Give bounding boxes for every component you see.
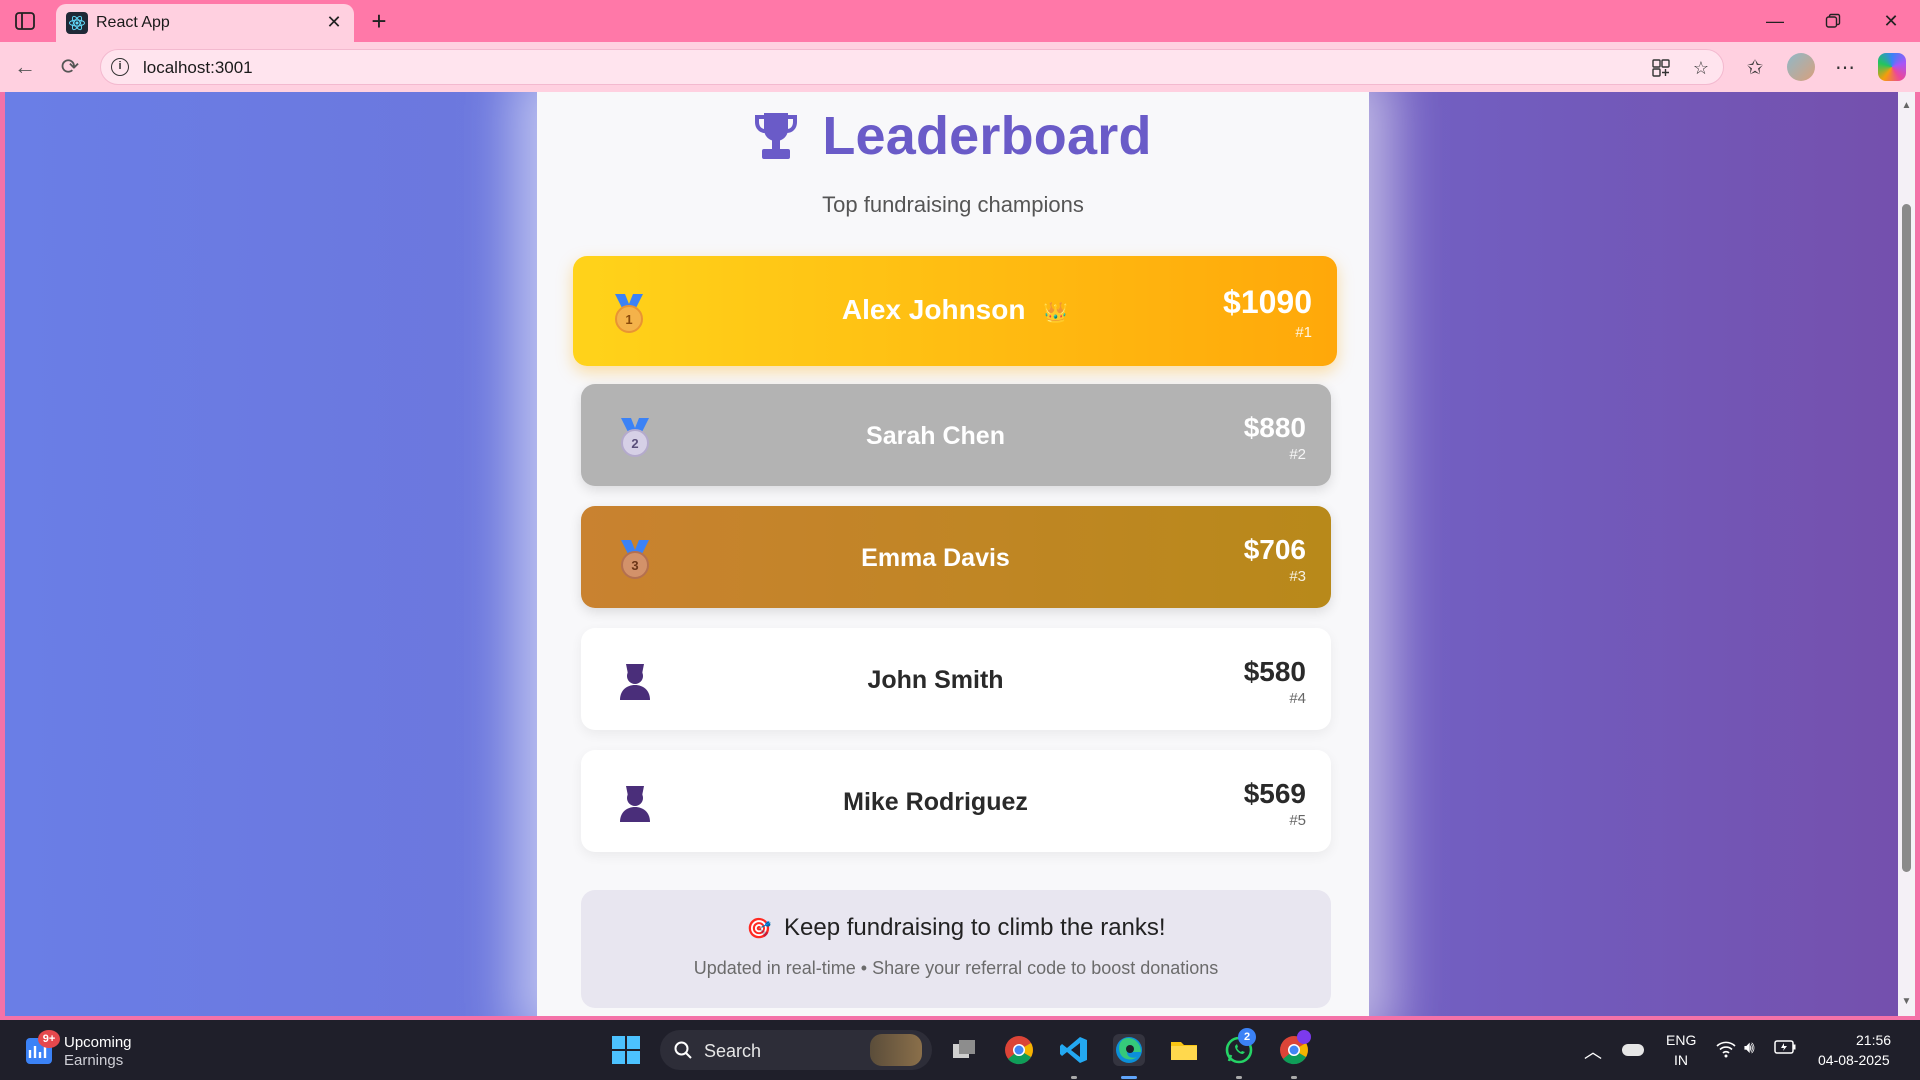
- trophy-icon: [755, 113, 798, 159]
- running-indicator: [1236, 1076, 1242, 1079]
- language-region[interactable]: IN: [1674, 1052, 1688, 1068]
- battery-icon[interactable]: [1774, 1040, 1796, 1058]
- chrome-icon[interactable]: [1003, 1034, 1035, 1066]
- rank-label: #1: [1295, 324, 1312, 341]
- page-scrollbar[interactable]: ▲ ▼: [1898, 92, 1915, 1016]
- reload-icon[interactable]: ⟳: [55, 52, 85, 82]
- leaderboard-entry-1[interactable]: 1 Alex Johnson 👑 $1090 #1: [573, 256, 1337, 366]
- owl-doodle-icon: [870, 1034, 922, 1066]
- leaderboard-header: Leaderboard: [537, 106, 1369, 166]
- leaderboard-entry-5[interactable]: Mike Rodriguez $569 #5: [581, 750, 1331, 852]
- edge-icon[interactable]: [1113, 1034, 1145, 1066]
- react-icon: [66, 12, 88, 34]
- clock-time[interactable]: 21:56: [1856, 1032, 1891, 1048]
- address-bar[interactable]: i localhost:3001 ☆: [100, 49, 1724, 85]
- browser-tab-strip: React App ✕ + — ✕: [0, 0, 1920, 42]
- windows-taskbar: 9+ Upcoming Earnings Search 2 ︿ ENG IN 🔊…: [0, 1020, 1920, 1080]
- close-tab-icon[interactable]: ✕: [322, 10, 346, 34]
- scroll-thumb[interactable]: [1902, 204, 1911, 872]
- leaderboard-card: Leaderboard Top fundraising champions 1 …: [537, 92, 1369, 1016]
- running-indicator: [1071, 1076, 1077, 1079]
- raised-amount: $569: [1243, 778, 1306, 809]
- rank-label: #3: [1289, 568, 1306, 585]
- onedrive-cloud-icon[interactable]: [1622, 1044, 1644, 1056]
- wifi-icon[interactable]: [1716, 1040, 1736, 1063]
- file-explorer-icon[interactable]: [1168, 1034, 1200, 1066]
- motivation-banner: 🎯 Keep fundraising to climb the ranks! U…: [581, 890, 1331, 1008]
- widgets-button[interactable]: 9+ Upcoming Earnings: [24, 1030, 154, 1070]
- back-arrow-icon[interactable]: ←: [10, 52, 40, 82]
- leaderboard-entry-4[interactable]: John Smith $580 #4: [581, 628, 1331, 730]
- copilot-icon[interactable]: [1878, 53, 1906, 81]
- widget-subtitle: Earnings: [64, 1052, 124, 1069]
- widget-title: Upcoming: [64, 1034, 132, 1051]
- tab-title: React App: [96, 14, 170, 31]
- running-indicator: [1291, 1076, 1297, 1079]
- raised-amount: $880: [1243, 412, 1306, 443]
- banner-subtitle: Updated in real-time • Share your referr…: [693, 958, 1219, 978]
- whatsapp-badge: 2: [1238, 1028, 1256, 1046]
- tray-overflow-chevron-icon[interactable]: ︿: [1584, 1038, 1602, 1064]
- participant-name: Sarah Chen: [866, 422, 1005, 450]
- restore-button[interactable]: [1810, 4, 1856, 38]
- search-icon: [674, 1041, 692, 1059]
- rank-label: #5: [1289, 812, 1306, 829]
- page-viewport: Leaderboard Top fundraising champions 1 …: [5, 92, 1898, 1016]
- apps-icon[interactable]: [1649, 56, 1673, 80]
- crown-icon: 👑: [1043, 302, 1069, 324]
- participant-name: Mike Rodriguez: [843, 788, 1028, 816]
- favorite-star-icon[interactable]: ☆: [1689, 56, 1713, 80]
- volume-icon[interactable]: 🔊︎: [1744, 1038, 1755, 1058]
- site-info-icon[interactable]: i: [111, 58, 129, 76]
- minimize-button[interactable]: —: [1752, 4, 1798, 38]
- chrome-profile-avatar: [1297, 1030, 1311, 1044]
- windows-start-icon[interactable]: [610, 1034, 642, 1066]
- target-icon: 🎯: [746, 918, 772, 940]
- participant-name: John Smith: [867, 666, 1004, 694]
- page-title: Leaderboard: [822, 106, 1152, 166]
- taskbar-search[interactable]: Search: [660, 1030, 932, 1070]
- page-subtitle: Top fundraising champions: [822, 192, 1084, 217]
- favorites-icon[interactable]: ✩: [1740, 52, 1770, 82]
- clock-date[interactable]: 04-08-2025: [1818, 1052, 1890, 1068]
- raised-amount: $1090: [1223, 284, 1312, 320]
- raised-amount: $580: [1243, 656, 1306, 687]
- language-code[interactable]: ENG: [1666, 1032, 1696, 1048]
- url-text[interactable]: localhost:3001: [143, 58, 253, 78]
- scroll-down-arrow-icon[interactable]: ▼: [1901, 996, 1912, 1007]
- sidebar-toggle-icon[interactable]: [12, 8, 38, 34]
- rank-label: #2: [1289, 446, 1306, 463]
- leaderboard-entry-2[interactable]: 2 Sarah Chen $880 #2: [581, 384, 1331, 486]
- close-window-button[interactable]: ✕: [1868, 4, 1914, 38]
- more-options-icon[interactable]: ⋯: [1830, 52, 1860, 82]
- browser-toolbar: ← ⟳ i localhost:3001 ☆ ✩ ⋯: [0, 42, 1920, 92]
- raised-amount: $706: [1243, 534, 1306, 565]
- active-app-indicator: [1121, 1076, 1137, 1079]
- new-tab-button[interactable]: +: [364, 6, 394, 36]
- vscode-icon[interactable]: [1058, 1034, 1090, 1066]
- rank-label: #4: [1289, 690, 1306, 707]
- widget-badge: 9+: [38, 1030, 60, 1048]
- participant-name: Emma Davis: [861, 544, 1010, 572]
- banner-title: 🎯 Keep fundraising to climb the ranks!: [746, 914, 1166, 941]
- leaderboard-entry-3[interactable]: 3 Emma Davis $706 #3: [581, 506, 1331, 608]
- search-label: Search: [704, 1041, 762, 1061]
- task-view-icon[interactable]: [948, 1034, 980, 1066]
- browser-tab[interactable]: React App ✕: [56, 4, 354, 42]
- profile-avatar[interactable]: [1787, 53, 1815, 81]
- scroll-up-arrow-icon[interactable]: ▲: [1901, 100, 1912, 111]
